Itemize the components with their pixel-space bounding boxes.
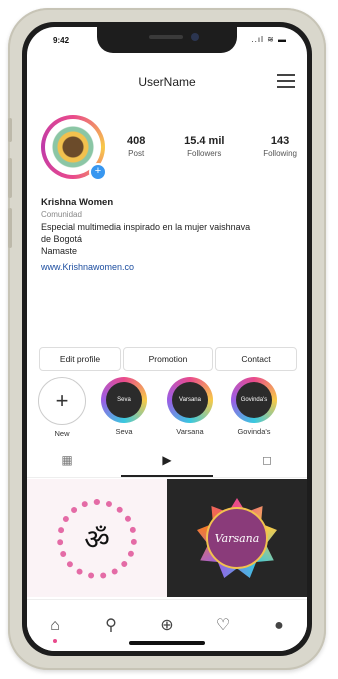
hamburger-menu-icon[interactable]: [277, 74, 295, 88]
profile-header: UserName: [27, 67, 307, 97]
phone-bezel: 9:42 ..ıl ≋ ▬ UserName + 408 Post 15.4 m…: [22, 22, 312, 656]
followers-count: 15.4 mil: [184, 135, 225, 147]
notch: [97, 27, 237, 53]
username-title[interactable]: UserName: [27, 75, 307, 89]
bio-line-2: de Bogotá: [41, 234, 83, 244]
highlight-label: Govinda's: [237, 427, 271, 436]
reels-tab-icon[interactable]: ▶: [157, 453, 177, 471]
highlight-cover-text: Govinda's: [236, 382, 272, 418]
followers-label: Followers: [187, 149, 222, 158]
phone-frame: 9:42 ..ıl ≋ ▬ UserName + 408 Post 15.4 m…: [8, 8, 326, 670]
highlight-cover: Varsana: [167, 377, 213, 423]
edit-profile-button[interactable]: Edit profile: [39, 347, 121, 371]
camera: [191, 33, 199, 41]
profile-bio: Krishna Women Comunidad Especial multime…: [41, 197, 301, 273]
highlight-cover: Govinda's: [231, 377, 277, 423]
nav-active-dot: [53, 639, 57, 643]
highlight-seva[interactable]: Seva Seva: [99, 377, 149, 436]
home-indicator: [129, 641, 205, 645]
highlight-label: Seva: [115, 427, 133, 436]
home-glyph: ⌂: [50, 617, 60, 634]
highlight-cover: Seva: [101, 377, 147, 423]
posts-count: 408: [127, 135, 146, 147]
posts-stat[interactable]: 408 Post: [127, 135, 145, 158]
om-wreath-image: ॐ: [57, 499, 137, 579]
highlight-new[interactable]: + New: [37, 377, 87, 438]
highlight-label: New: [54, 429, 70, 438]
add-story-icon[interactable]: +: [89, 163, 107, 181]
highlight-label: Varsana: [176, 427, 204, 436]
screen: 9:42 ..ıl ≋ ▬ UserName + 408 Post 15.4 m…: [27, 27, 307, 651]
profile-icon[interactable]: ●: [268, 615, 290, 637]
home-icon[interactable]: ⌂: [44, 615, 66, 643]
plus-icon: +: [38, 377, 86, 425]
heart-icon[interactable]: ♡: [212, 615, 234, 637]
highlight-cover-text: Varsana: [172, 382, 208, 418]
bio-line-3: Namaste: [41, 246, 78, 256]
status-time: 9:42: [53, 36, 70, 45]
category-label: Comunidad: [41, 210, 82, 219]
avatar-image: [49, 123, 97, 171]
story-highlights: + New Seva Seva Varsana Varsana Govinda'…: [37, 377, 297, 438]
volume-down-button: [8, 208, 12, 248]
highlight-varsana[interactable]: Varsana Varsana: [165, 377, 215, 436]
status-icons: ..ıl ≋ ▬: [251, 35, 287, 44]
display-name: Krishna Women: [41, 197, 114, 208]
profile-tabs: ▦ ▶ ◻: [27, 447, 307, 478]
website-link[interactable]: www.Krishnawomen.co: [41, 261, 301, 273]
varsana-text: Varsana: [214, 531, 260, 545]
highlight-govindas[interactable]: Govinda's Govinda's: [229, 377, 279, 436]
speaker: [149, 35, 183, 39]
search-icon[interactable]: ⚲: [100, 615, 122, 637]
posts-label: Post: [128, 149, 145, 158]
profile-actions: Edit profile Promotion Contact: [39, 347, 297, 371]
highlight-cover-text: Seva: [106, 382, 142, 418]
mute-switch: [8, 118, 12, 142]
add-post-icon[interactable]: ⊕: [156, 615, 178, 637]
avatar[interactable]: +: [41, 115, 107, 181]
grid-tab-icon[interactable]: ▦: [57, 453, 77, 471]
posts-grid: ॐ Varsana: [27, 479, 307, 597]
following-stat[interactable]: 143 Following: [263, 135, 297, 158]
post-om[interactable]: ॐ: [27, 479, 167, 597]
tagged-tab-icon[interactable]: ◻: [257, 453, 277, 471]
following-count: 143: [270, 135, 290, 147]
followers-stat[interactable]: 15.4 mil Followers: [184, 135, 224, 158]
following-label: Following: [263, 149, 297, 158]
post-varsana[interactable]: Varsana: [167, 479, 307, 597]
bio-line-1: Especial multimedia inspirado en la muje…: [41, 222, 251, 232]
volume-up-button: [8, 158, 12, 198]
promotion-button[interactable]: Promotion: [123, 347, 213, 371]
active-tab-indicator: [121, 475, 213, 477]
profile-stats: 408 Post 15.4 mil Followers 143 Followin…: [127, 135, 297, 158]
varsana-image: Varsana: [192, 497, 282, 579]
contact-button[interactable]: Contact: [215, 347, 297, 371]
